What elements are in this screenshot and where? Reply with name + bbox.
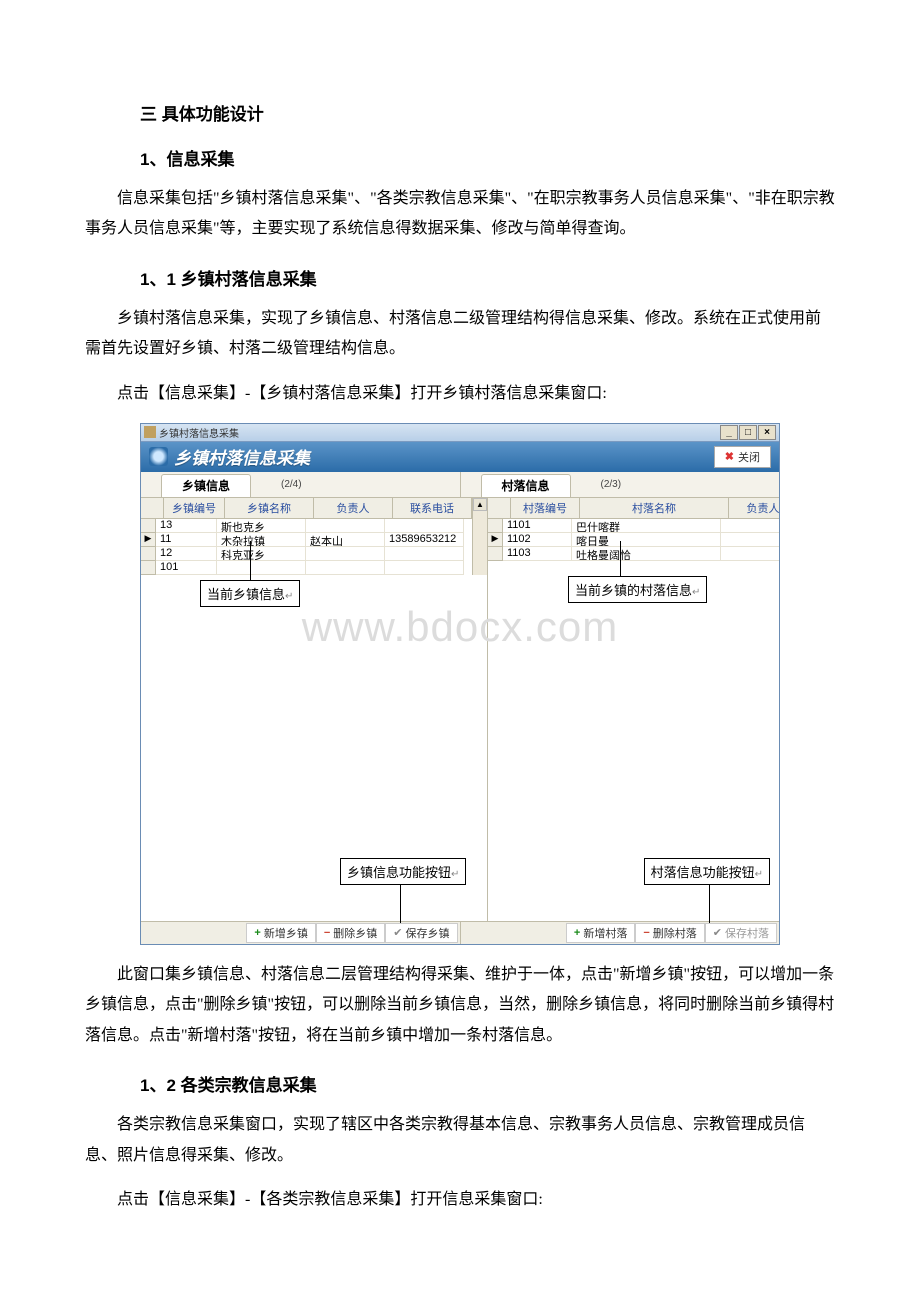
table-row[interactable]: 1103吐格曼阔恰	[488, 547, 779, 561]
close-panel-button[interactable]: ✖ 关闭	[714, 446, 771, 468]
banner-icon	[149, 447, 168, 466]
close-button[interactable]: ×	[758, 425, 776, 440]
table-row[interactable]: ▶1102喀日曼	[488, 533, 779, 547]
app-icon	[144, 426, 156, 438]
minus-icon: −	[324, 927, 330, 939]
add-village-button[interactable]: +新增村落	[566, 923, 635, 943]
minus-icon: −	[643, 927, 649, 939]
table-row[interactable]: ▶11木杂拉镇赵本山13589653212	[141, 533, 472, 547]
paragraph: 点击【信息采集】-【各类宗教信息采集】打开信息采集窗口:	[85, 1185, 835, 1215]
check-icon: ✔	[713, 926, 722, 939]
del-village-button[interactable]: −删除村落	[635, 923, 704, 943]
plus-icon: +	[254, 927, 260, 939]
town-counter: (2/4)	[281, 479, 302, 490]
callout-current-village: 当前乡镇的村落信息↵	[568, 576, 707, 603]
paragraph: 点击【信息采集】-【乡镇村落信息采集】打开乡镇村落信息采集窗口:	[85, 379, 835, 409]
callout-town-buttons: 乡镇信息功能按钮↵	[340, 858, 466, 885]
add-town-button[interactable]: + 新增乡镇	[246, 923, 315, 943]
village-counter: (2/3)	[601, 479, 622, 490]
col-town-phone[interactable]: 联系电话	[393, 498, 472, 518]
col-town-id[interactable]: 乡镇编号	[164, 498, 225, 518]
del-village-label: 删除村落	[653, 925, 697, 941]
scroll-up-icon[interactable]: ▲	[473, 498, 487, 511]
tab-town-info[interactable]: 乡镇信息	[161, 474, 251, 497]
col-village-person[interactable]: 负责人	[729, 498, 779, 518]
banner: 乡镇村落信息采集 ✖ 关闭	[141, 442, 779, 472]
paragraph: 各类宗教信息采集窗口，实现了辖区中各类宗教得基本信息、宗教事务人员信息、宗教管理…	[85, 1110, 835, 1171]
heading-4-1: 1、信息采集	[140, 145, 835, 170]
check-icon: ✔	[393, 926, 402, 939]
heading-3: 三 具体功能设计	[140, 100, 835, 125]
col-town-name[interactable]: 乡镇名称	[225, 498, 314, 518]
add-village-label: 新增村落	[583, 925, 627, 941]
callout-current-town: 当前乡镇信息↵	[200, 580, 300, 607]
col-town-person[interactable]: 负责人	[314, 498, 393, 518]
col-village-name[interactable]: 村落名称	[580, 498, 729, 518]
paragraph: 乡镇村落信息采集，实现了乡镇信息、村落信息二级管理结构得信息采集、修改。系统在正…	[85, 304, 835, 365]
paragraph: 此窗口集乡镇信息、村落信息二层管理结构得采集、维护于一体，点击"新增乡镇"按钮，…	[85, 960, 835, 1051]
scrollbar[interactable]: ▲	[472, 498, 487, 575]
plus-icon: +	[574, 927, 580, 939]
minimize-button[interactable]: _	[720, 425, 738, 440]
close-icon: ✖	[725, 450, 734, 463]
del-town-button[interactable]: −删除乡镇	[316, 923, 385, 943]
close-label: 关闭	[738, 449, 760, 465]
save-town-button[interactable]: ✔ 保存乡镇	[385, 923, 457, 943]
footer-bar: +新增乡镇 −删除乡镇 ✔保存乡镇 +新增村落 −删除村落 ✔保存村落	[141, 921, 779, 944]
save-village-label: 保存村落	[725, 925, 769, 941]
table-row[interactable]: 1101巴什喀群	[488, 519, 779, 533]
add-town-label: 新增乡镇	[264, 925, 308, 941]
table-row[interactable]: 12科克亚乡	[141, 547, 472, 561]
titlebar: 乡镇村落信息采集 _ □ ×	[141, 424, 779, 442]
col-village-id[interactable]: 村落编号	[511, 498, 580, 518]
heading-4-1-1: 1、1 乡镇村落信息采集	[140, 265, 835, 290]
table-row[interactable]: 101	[141, 561, 472, 575]
heading-4-1-2: 1、2 各类宗教信息采集	[140, 1071, 835, 1096]
town-grid-header: 乡镇编号 乡镇名称 负责人 联系电话	[141, 498, 472, 519]
paragraph: 信息采集包括"乡镇村落信息采集"、"各类宗教信息采集"、"在职宗教事务人员信息采…	[85, 184, 835, 245]
window-title: 乡镇村落信息采集	[159, 425, 720, 440]
tabstrip: 乡镇信息 (2/4) 村落信息 (2/3)	[141, 472, 779, 498]
table-row[interactable]: 13斯也克乡	[141, 519, 472, 533]
banner-title: 乡镇村落信息采集	[174, 444, 310, 469]
callout-village-buttons: 村落信息功能按钮↵	[644, 858, 770, 885]
save-village-button[interactable]: ✔保存村落	[705, 923, 777, 943]
del-town-label: 删除乡镇	[333, 925, 377, 941]
village-grid-header: 村落编号 村落名称 负责人 联系电话	[488, 498, 779, 519]
maximize-button[interactable]: □	[739, 425, 757, 440]
save-town-label: 保存乡镇	[406, 925, 450, 941]
tab-village-info[interactable]: 村落信息	[481, 474, 571, 497]
